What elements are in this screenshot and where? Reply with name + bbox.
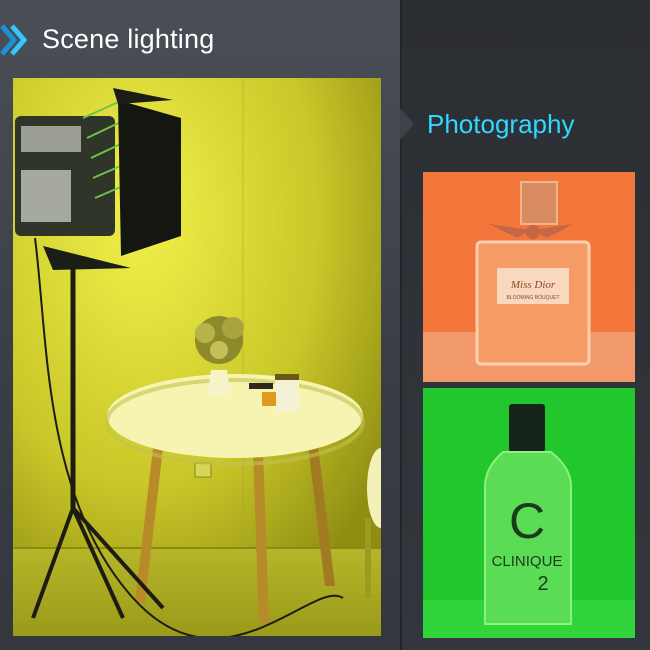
page-title: Scene lighting: [42, 24, 215, 54]
panel-notch: [400, 108, 414, 140]
section-title: Photography: [427, 109, 575, 139]
svg-text:C: C: [509, 493, 545, 549]
lotion-photo: C CLINIQUE 2: [423, 388, 635, 638]
lotion-number: 2: [537, 573, 548, 595]
chevron-icon: [0, 24, 28, 56]
lotion-brand: CLINIQUE: [492, 553, 563, 570]
scene-lighting-photo: [13, 78, 381, 636]
perfume-photo: Miss Dior BLOOMING BOUQUET: [423, 172, 635, 382]
perfume-label-name: Miss Dior: [510, 279, 556, 291]
perfume-label-sub: BLOOMING BOUQUET: [506, 295, 559, 301]
